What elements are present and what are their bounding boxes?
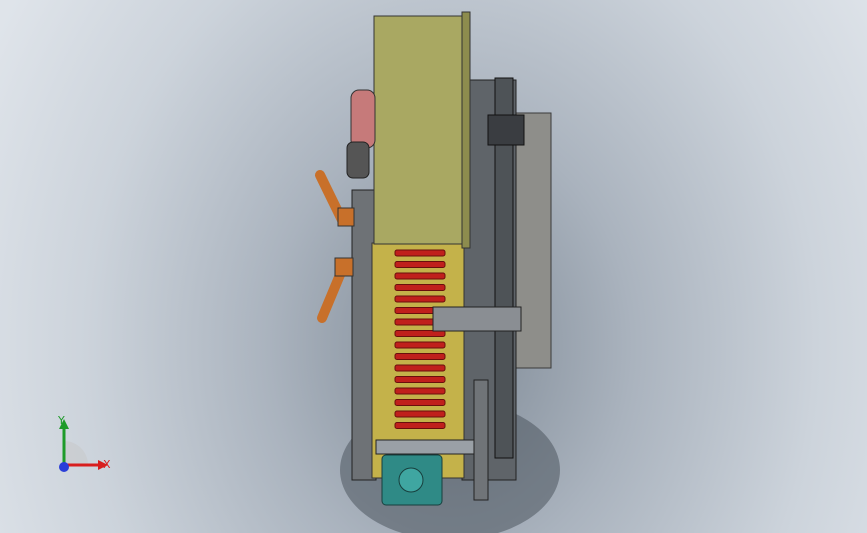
handle-lower[interactable]: [317, 257, 354, 323]
bottom-bracket: [375, 439, 485, 455]
mid-bracket: [432, 306, 522, 332]
knob-top: [346, 141, 370, 179]
blade: [394, 249, 446, 257]
actuator-block: [487, 114, 525, 146]
axis-z-origin: [59, 462, 69, 472]
roll-drum: [373, 15, 467, 245]
blade: [394, 376, 446, 383]
blade: [394, 353, 446, 360]
blade: [394, 284, 446, 291]
handle-upper[interactable]: [315, 170, 355, 227]
cad-viewport[interactable]: X Y: [0, 0, 867, 533]
axis-x-label: X: [103, 458, 111, 471]
blade: [394, 422, 446, 429]
blade: [394, 341, 446, 349]
blade: [394, 387, 446, 395]
blade: [394, 399, 446, 406]
axis-triad: [59, 419, 108, 472]
blade: [394, 410, 446, 418]
cylinder-right: [473, 379, 489, 501]
machine-assembly-model[interactable]: [0, 0, 867, 533]
blade: [394, 261, 446, 268]
roll-drum-flange: [461, 11, 471, 249]
gear-wheel: [398, 467, 424, 493]
blade: [394, 272, 446, 280]
blade: [394, 364, 446, 372]
triad-arc: [64, 441, 88, 465]
blade: [394, 295, 446, 303]
pink-wheel: [350, 89, 376, 149]
axis-y-label: Y: [58, 414, 65, 427]
